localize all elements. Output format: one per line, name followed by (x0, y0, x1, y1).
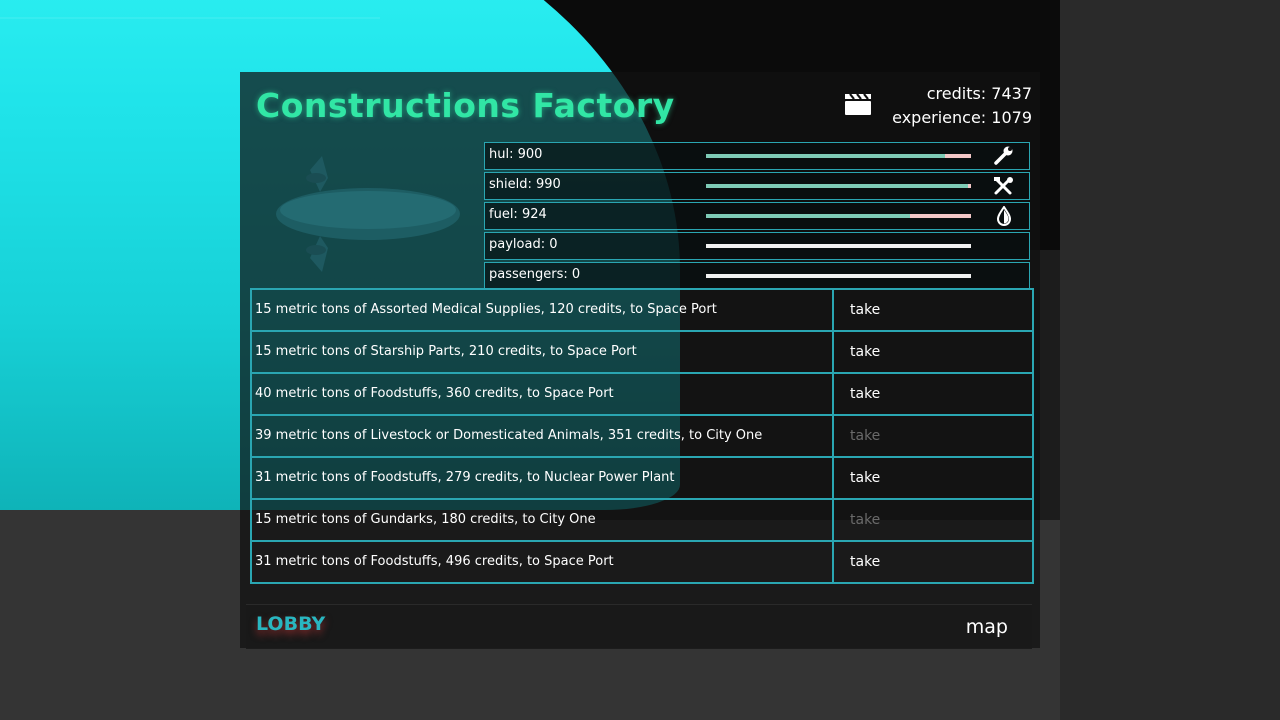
job-description: 31 metric tons of Foodstuffs, 279 credit… (252, 458, 834, 498)
gauge-label: hul: 900 (489, 147, 543, 162)
gauge-label: payload: 0 (489, 237, 558, 252)
take-job-button[interactable]: take (834, 374, 1032, 414)
factory-panel: Constructions Factory credits: 7437 expe… (240, 72, 1040, 649)
take-job-button[interactable]: take (834, 416, 1032, 456)
cargo-job-list: 15 metric tons of Assorted Medical Suppl… (250, 288, 1034, 584)
gauge-passengers: passengers: 0 (484, 262, 1030, 290)
starship-silhouette (276, 156, 460, 272)
gauge-track (706, 244, 971, 248)
gauge-fuel: fuel: 924 (484, 202, 1030, 230)
wrench-icon[interactable] (993, 146, 1015, 166)
job-row: 15 metric tons of Starship Parts, 210 cr… (252, 332, 1032, 374)
take-job-button[interactable]: take (834, 500, 1032, 540)
gauge-fill (706, 184, 969, 188)
ship-gauges: hul: 900 shield: 990 fuel: 924 payload: … (484, 142, 1030, 292)
take-job-button[interactable]: take (834, 290, 1032, 330)
page-title: Constructions Factory (256, 86, 675, 125)
experience-readout: experience: 1079 (892, 108, 1032, 127)
gauge-track (706, 184, 971, 188)
dome-ridge (0, 0, 380, 19)
gauge-shield: shield: 990 (484, 172, 1030, 200)
right-wall (1060, 0, 1280, 720)
gauge-track (706, 214, 971, 218)
gauge-payload: payload: 0 (484, 232, 1030, 260)
footer-bar: LOBBY map (246, 604, 1032, 649)
job-row: 31 metric tons of Foodstuffs, 496 credit… (252, 542, 1032, 582)
take-job-button[interactable]: take (834, 332, 1032, 372)
job-row: 15 metric tons of Gundarks, 180 credits,… (252, 500, 1032, 542)
repair-tools-icon[interactable] (993, 176, 1015, 196)
credits-readout: credits: 7437 (926, 84, 1032, 103)
job-row: 39 metric tons of Livestock or Domestica… (252, 416, 1032, 458)
gauge-label: fuel: 924 (489, 207, 547, 222)
map-button[interactable]: map (966, 616, 1008, 638)
job-description: 39 metric tons of Livestock or Domestica… (252, 416, 834, 456)
gauge-track (706, 154, 971, 158)
gauge-label: passengers: 0 (489, 267, 581, 282)
clapperboard-icon[interactable] (844, 92, 872, 116)
gauge-track (706, 274, 971, 278)
job-description: 15 metric tons of Gundarks, 180 credits,… (252, 500, 834, 540)
player-stats: credits: 7437 experience: 1079 (892, 82, 1032, 130)
job-row: 31 metric tons of Foodstuffs, 279 credit… (252, 458, 1032, 500)
take-job-button[interactable]: take (834, 542, 1032, 582)
job-row: 15 metric tons of Assorted Medical Suppl… (252, 290, 1032, 332)
job-description: 40 metric tons of Foodstuffs, 360 credit… (252, 374, 834, 414)
lobby-button[interactable]: LOBBY (256, 613, 325, 635)
fuel-drop-icon[interactable] (993, 206, 1015, 226)
gauge-fill (706, 214, 911, 218)
job-description: 15 metric tons of Starship Parts, 210 cr… (252, 332, 834, 372)
gauge-label: shield: 990 (489, 177, 561, 192)
gauge-fill (706, 154, 945, 158)
job-description: 31 metric tons of Foodstuffs, 496 credit… (252, 542, 834, 582)
take-job-button[interactable]: take (834, 458, 1032, 498)
job-row: 40 metric tons of Foodstuffs, 360 credit… (252, 374, 1032, 416)
job-description: 15 metric tons of Assorted Medical Suppl… (252, 290, 834, 330)
gauge-hull: hul: 900 (484, 142, 1030, 170)
